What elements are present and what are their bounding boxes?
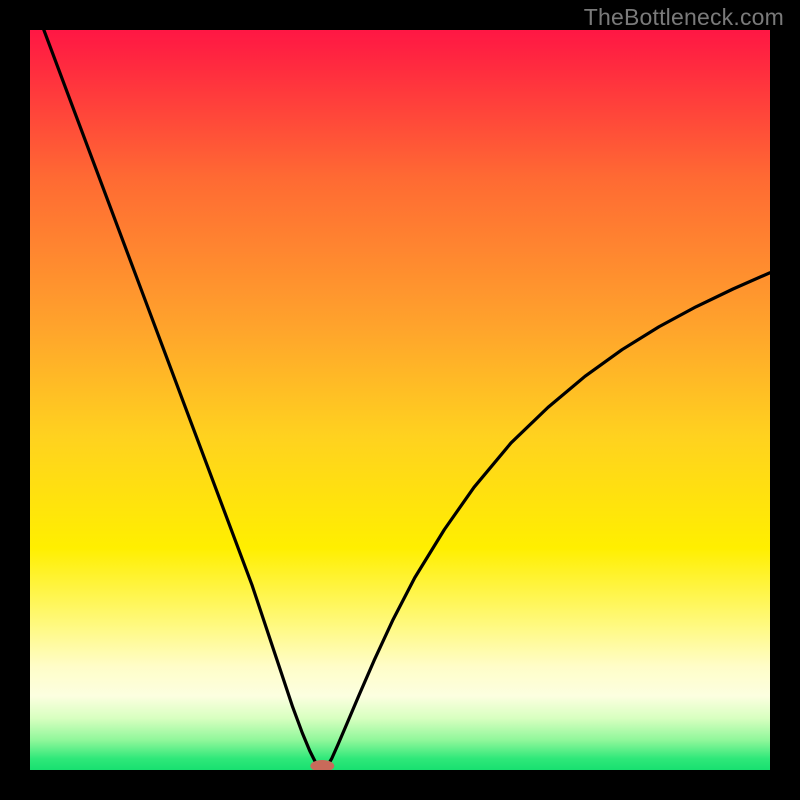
plot-area [30, 30, 770, 770]
chart-frame: TheBottleneck.com [0, 0, 800, 800]
gradient-background [30, 30, 770, 770]
watermark-text: TheBottleneck.com [584, 4, 784, 31]
chart-svg [30, 30, 770, 770]
